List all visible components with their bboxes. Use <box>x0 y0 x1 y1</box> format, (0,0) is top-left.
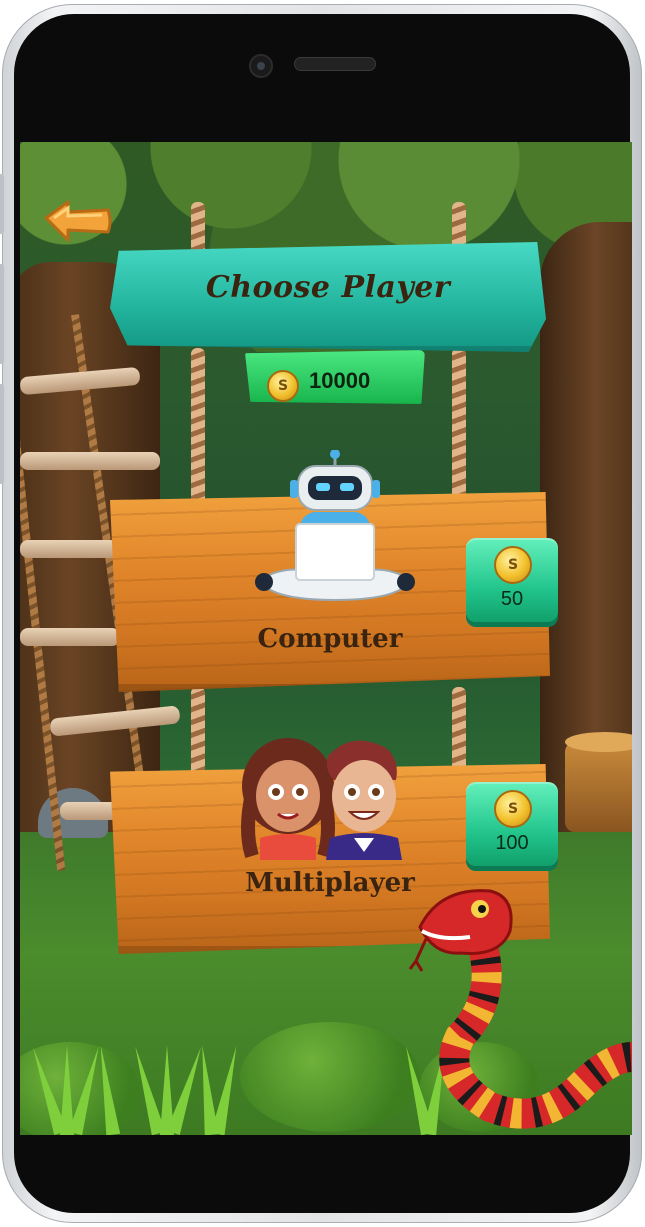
tree-stump <box>565 732 632 832</box>
side-button <box>0 174 4 234</box>
snake-icon <box>408 889 632 1129</box>
price-tag-computer[interactable]: S 50 <box>466 538 558 622</box>
price-computer: 50 <box>500 588 524 610</box>
price-tag-multiplayer[interactable]: S 100 <box>466 782 558 866</box>
coin-balance: 10000 <box>309 368 371 393</box>
back-button[interactable] <box>42 200 114 244</box>
coin-icon: S <box>494 790 532 828</box>
coin-icon: S <box>494 546 532 584</box>
rope <box>452 687 466 777</box>
page-title: Choose Player <box>205 270 451 305</box>
bush <box>240 1022 420 1132</box>
rope <box>191 687 205 777</box>
arrow-left-icon <box>44 200 112 242</box>
volume-down-button <box>0 384 4 484</box>
volume-up-button <box>0 264 4 364</box>
coin-icon: S <box>267 370 299 402</box>
robot-icon <box>255 450 415 602</box>
game-screen: Choose Player S 10000 Computer S 50 Mult… <box>20 142 632 1135</box>
rope <box>191 348 205 518</box>
speaker-grille <box>294 57 376 71</box>
mode-label-computer: Computer <box>257 624 403 654</box>
rope <box>452 348 466 518</box>
kids-icon <box>241 738 402 860</box>
camera-icon <box>249 54 273 78</box>
price-multiplayer: 100 <box>495 832 529 854</box>
